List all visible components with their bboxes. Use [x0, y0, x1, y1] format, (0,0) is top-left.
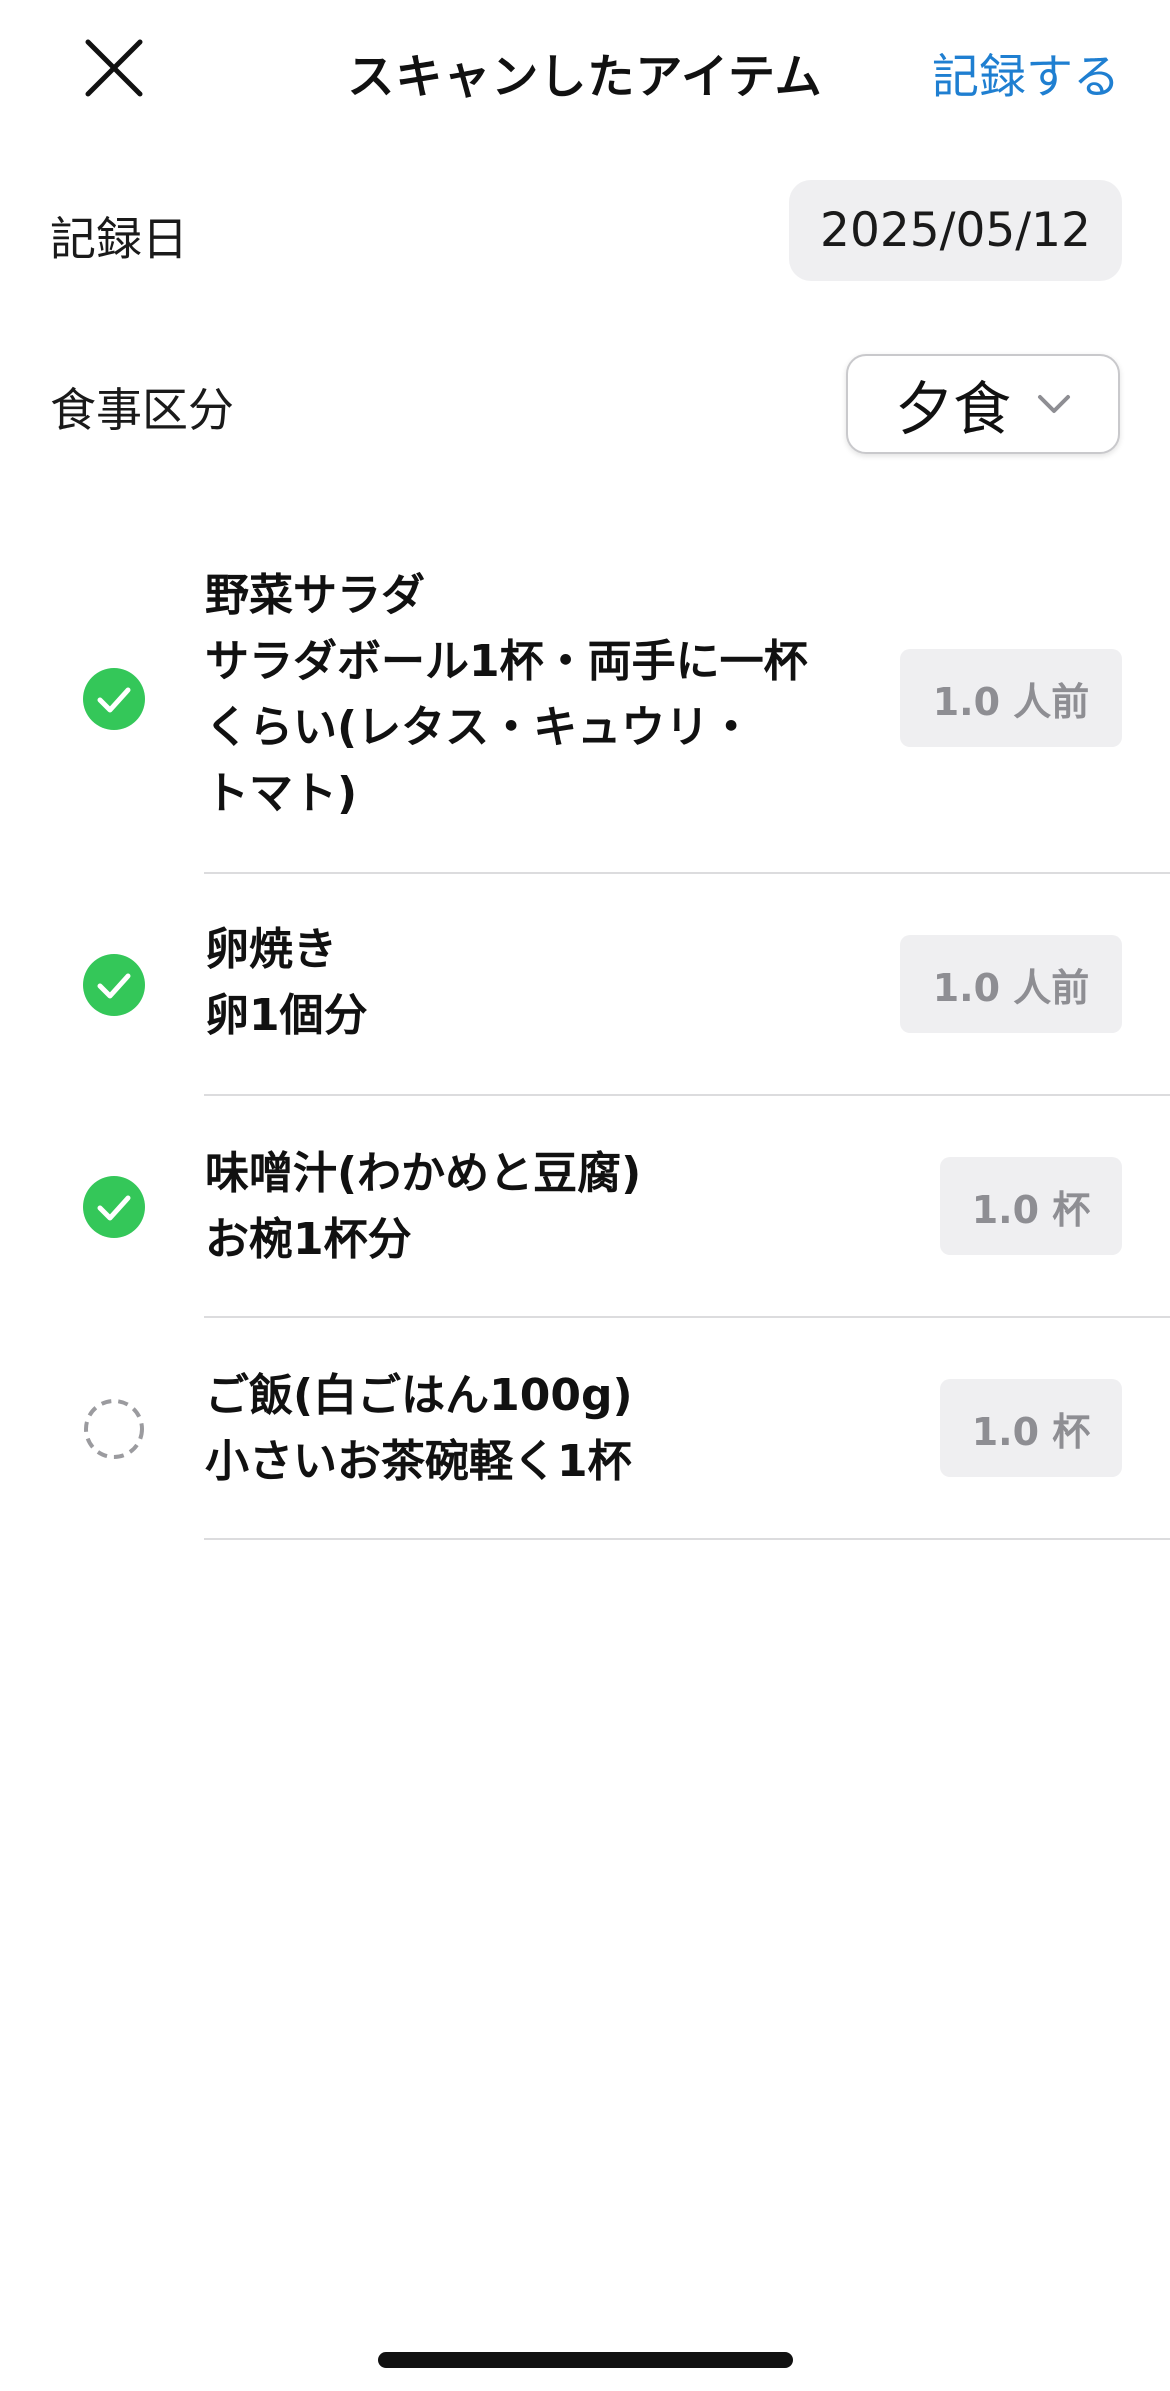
item-name: 野菜サラダ: [205, 570, 425, 621]
quantity-button[interactable]: 1.0 杯: [940, 1157, 1122, 1255]
item-name: 味噌汁(わかめと豆腐): [205, 1148, 642, 1199]
quantity-button[interactable]: 1.0 人前: [900, 935, 1122, 1033]
item-description: ご飯(白ごはん100g) 小さいお茶碗軽く1杯: [205, 1363, 633, 1495]
item-detail-line: 卵1個分: [205, 990, 368, 1041]
close-icon: [85, 39, 143, 97]
item-checkbox[interactable]: [83, 668, 145, 730]
close-button[interactable]: [78, 32, 150, 104]
quantity-button[interactable]: 1.0 人前: [900, 649, 1122, 747]
navigation-bar: スキャンしたアイテム 記録する: [0, 0, 1170, 135]
item-description: 野菜サラダ サラダボール1杯・両手に一杯 くらい(レタス・キュウリ・ トマト): [205, 563, 808, 827]
date-picker[interactable]: 2025/05/12: [789, 180, 1122, 281]
meal-type-label: 食事区分: [50, 383, 234, 437]
date-value: 2025/05/12: [820, 203, 1091, 258]
divider: [204, 872, 1170, 874]
quantity-button[interactable]: 1.0 杯: [940, 1379, 1122, 1477]
check-circle-icon: [83, 668, 145, 730]
item-detail-line: 小さいお茶碗軽く1杯: [205, 1436, 632, 1487]
item-checkbox[interactable]: [83, 1398, 145, 1460]
item-name: ご飯(白ごはん100g): [205, 1370, 633, 1421]
record-button[interactable]: 記録する: [932, 38, 1120, 107]
page-title: スキャンしたアイテム: [347, 50, 823, 105]
item-detail-line: くらい(レタス・キュウリ・: [205, 702, 754, 753]
divider: [204, 1538, 1170, 1540]
home-indicator[interactable]: [378, 2352, 793, 2368]
item-description: 味噌汁(わかめと豆腐) お椀1杯分: [205, 1141, 641, 1273]
unchecked-circle-icon: [84, 1399, 144, 1459]
divider: [204, 1316, 1170, 1318]
check-circle-icon: [83, 954, 145, 1016]
item-detail-line: サラダボール1杯・両手に一杯: [205, 636, 808, 687]
item-detail-line: お椀1杯分: [205, 1214, 412, 1265]
check-circle-icon: [83, 1176, 145, 1238]
item-description: 卵焼き 卵1個分: [205, 917, 368, 1049]
item-name: 卵焼き: [205, 924, 337, 975]
meal-type-value: 夕食: [894, 375, 1011, 443]
date-label: 記録日: [50, 212, 188, 266]
item-checkbox[interactable]: [83, 1176, 145, 1238]
item-checkbox[interactable]: [83, 954, 145, 1016]
item-detail-line: トマト): [205, 768, 358, 819]
chevron-down-icon: [1038, 395, 1070, 413]
meal-type-select[interactable]: 夕食: [846, 354, 1120, 454]
divider: [204, 1094, 1170, 1096]
